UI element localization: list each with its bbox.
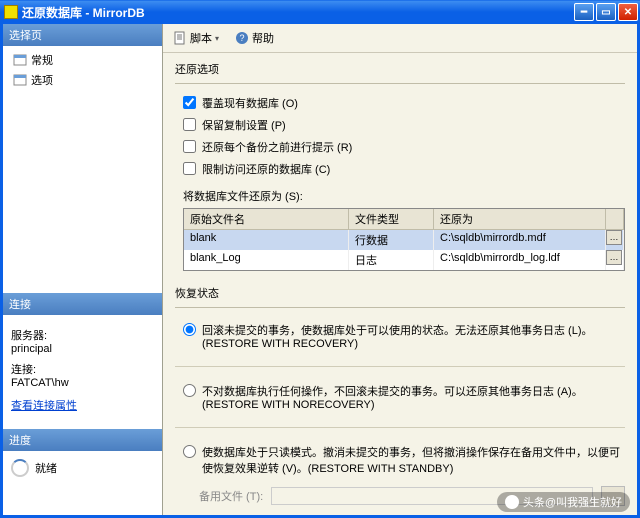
cell-as: C:\sqldb\mirrordb_log.ldf: [434, 250, 606, 270]
server-label: 服务器:: [11, 327, 154, 343]
recovery-radio-recovery[interactable]: [183, 323, 196, 336]
maximize-button[interactable]: ▭: [596, 3, 616, 21]
recovery-state-title: 恢复状态: [175, 285, 625, 301]
prompt-checkbox[interactable]: [183, 140, 196, 153]
standby-file-label: 备用文件 (T):: [199, 488, 263, 504]
norecovery-radio-row[interactable]: 不对数据库执行任何操作，不回滚未提交的事务。可以还原其他事务日志 (A)。(RE…: [175, 377, 625, 417]
help-label: 帮助: [252, 30, 274, 46]
overwrite-checkbox[interactable]: [183, 96, 196, 109]
overwrite-label: 覆盖现有数据库 (O): [202, 95, 298, 111]
restrict-label: 限制访问还原的数据库 (C): [202, 161, 330, 177]
script-icon: [173, 31, 187, 45]
col-action: [606, 209, 624, 230]
app-icon: [4, 5, 18, 19]
standby-radio-row[interactable]: 使数据库处于只读模式。撤消未提交的事务，但将撤消操作保存在备用文件中，以便可使恢…: [175, 438, 625, 482]
norecovery-label: 不对数据库执行任何操作，不回滚未提交的事务。可以还原其他事务日志 (A)。(RE…: [202, 383, 621, 411]
prompt-checkbox-row[interactable]: 还原每个备份之前进行提示 (R): [175, 136, 625, 158]
cell-orig: blank_Log: [184, 250, 349, 270]
overwrite-checkbox-row[interactable]: 覆盖现有数据库 (O): [175, 92, 625, 114]
svg-text:?: ?: [240, 33, 245, 43]
table-row[interactable]: blank 行数据 C:\sqldb\mirrordb.mdf …: [184, 230, 624, 250]
standby-label: 使数据库处于只读模式。撤消未提交的事务，但将撤消操作保存在备用文件中，以便可使恢…: [202, 444, 621, 476]
progress-header: 进度: [3, 429, 162, 451]
recovery-radio-standby[interactable]: [183, 445, 196, 458]
col-original[interactable]: 原始文件名: [184, 209, 349, 230]
main-panel: 脚本 ▾ ? 帮助 还原选项 覆盖现有数据库 (O) 保留复制设置 (P): [163, 24, 637, 515]
progress-body: 就绪: [3, 451, 162, 485]
recovery-radio-norecovery[interactable]: [183, 384, 196, 397]
sidebar: 选择页 常规 选项 连接 服务器: principal 连接: FATCAT\h…: [3, 24, 163, 515]
restore-files-table: 原始文件名 文件类型 还原为 blank 行数据 C:\sqldb\mirror…: [183, 208, 625, 271]
prompt-label: 还原每个备份之前进行提示 (R): [202, 139, 352, 155]
table-row[interactable]: blank_Log 日志 C:\sqldb\mirrordb_log.ldf …: [184, 250, 624, 270]
sidebar-item-options[interactable]: 选项: [5, 70, 160, 90]
col-type[interactable]: 文件类型: [349, 209, 434, 230]
browse-button[interactable]: …: [606, 230, 622, 245]
progress-status: 就绪: [35, 460, 57, 476]
preserve-checkbox-row[interactable]: 保留复制设置 (P): [175, 114, 625, 136]
script-label: 脚本: [190, 30, 212, 46]
recovery-radio-row[interactable]: 回滚未提交的事务，使数据库处于可以使用的状态。无法还原其他事务日志 (L)。(R…: [175, 316, 625, 356]
minimize-button[interactable]: ━: [574, 3, 594, 21]
connection-info: 服务器: principal 连接: FATCAT\hw 查看连接属性: [3, 315, 162, 419]
browse-button[interactable]: …: [606, 250, 622, 265]
help-icon: ?: [235, 31, 249, 45]
pages-header: 选择页: [3, 24, 162, 46]
cell-type: 日志: [349, 250, 434, 270]
cell-type: 行数据: [349, 230, 434, 250]
sidebar-item-label: 选项: [31, 72, 53, 88]
close-button[interactable]: ✕: [618, 3, 638, 21]
recovery-label: 回滚未提交的事务，使数据库处于可以使用的状态。无法还原其他事务日志 (L)。(R…: [202, 322, 621, 350]
sidebar-item-general[interactable]: 常规: [5, 50, 160, 70]
connection-header: 连接: [3, 293, 162, 315]
preserve-checkbox[interactable]: [183, 118, 196, 131]
view-connection-properties-link[interactable]: 查看连接属性: [11, 397, 77, 413]
chevron-down-icon: ▾: [215, 34, 219, 43]
spinner-icon: [11, 459, 29, 477]
help-button[interactable]: ? 帮助: [231, 28, 278, 48]
conn-label: 连接:: [11, 361, 154, 377]
watermark-text: 头条@叫我强生就好: [523, 494, 622, 510]
col-restore-as[interactable]: 还原为: [434, 209, 606, 230]
page-icon: [13, 54, 27, 66]
conn-value: FATCAT\hw: [11, 377, 154, 389]
cell-as: C:\sqldb\mirrordb.mdf: [434, 230, 606, 250]
window-buttons: ━ ▭ ✕: [574, 3, 638, 21]
restrict-checkbox[interactable]: [183, 162, 196, 175]
script-button[interactable]: 脚本 ▾: [169, 28, 223, 48]
watermark: 头条@叫我强生就好: [497, 492, 630, 512]
toolbar: 脚本 ▾ ? 帮助: [163, 24, 637, 53]
window-title: 还原数据库 - MirrorDB: [22, 4, 574, 21]
restore-files-label: 将数据库文件还原为 (S):: [183, 188, 625, 204]
restrict-checkbox-row[interactable]: 限制访问还原的数据库 (C): [175, 158, 625, 180]
avatar-icon: [505, 495, 519, 509]
sidebar-item-label: 常规: [31, 52, 53, 68]
preserve-label: 保留复制设置 (P): [202, 117, 286, 133]
page-icon: [13, 74, 27, 86]
cell-orig: blank: [184, 230, 349, 250]
server-value: principal: [11, 343, 154, 355]
restore-options-title: 还原选项: [175, 61, 625, 77]
title-bar: 还原数据库 - MirrorDB ━ ▭ ✕: [0, 0, 640, 24]
